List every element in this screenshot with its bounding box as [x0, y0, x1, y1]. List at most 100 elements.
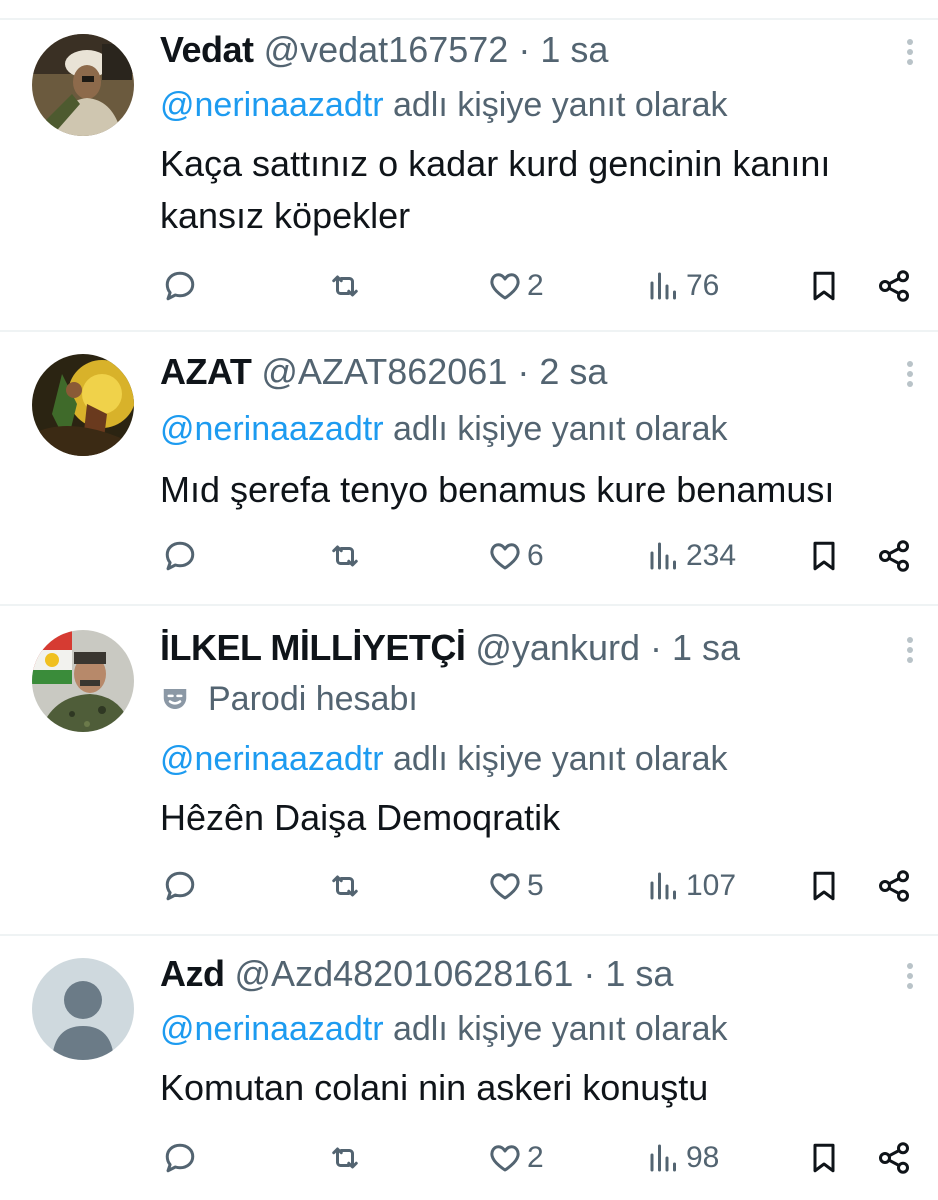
views-button[interactable]: 98 — [646, 1136, 719, 1180]
like-button[interactable]: 2 — [487, 1136, 544, 1180]
timestamp[interactable]: 1 sa — [605, 953, 673, 994]
heart-icon — [490, 1145, 520, 1172]
like-count: 2 — [527, 1141, 544, 1174]
bookmark-icon — [813, 871, 835, 901]
separator-dot: · — [650, 627, 662, 668]
tweet-header: İLKEL MİLLİYETÇİ @yankurd · 1 sa — [160, 618, 740, 678]
like-button[interactable]: 5 — [487, 864, 544, 908]
reply-button[interactable] — [162, 534, 198, 578]
display-name[interactable]: Azd — [160, 953, 225, 994]
like-button[interactable]: 6 — [487, 534, 544, 578]
user-handle[interactable]: @vedat167572 — [264, 29, 509, 70]
reply-context: @nerinaazadtr adlı kişiye yanıt olarak — [160, 1004, 727, 1054]
timestamp[interactable]: 2 sa — [539, 351, 607, 392]
tweet-4[interactable]: Azd @Azd482010628161 · 1 sa @nerinaazadt… — [0, 944, 938, 1200]
timestamp[interactable]: 1 sa — [540, 29, 608, 70]
avatar-photo — [32, 34, 134, 136]
share-icon — [879, 270, 909, 302]
repost-button[interactable] — [327, 534, 363, 578]
tweet-text: Komutan colani nin askeri konuştu — [160, 1067, 709, 1108]
avatar[interactable] — [32, 34, 134, 136]
tweet-header: Azd @Azd482010628161 · 1 sa — [160, 944, 673, 1004]
reply-context-label: adlı kişiye yanıt olarak — [392, 410, 728, 448]
views-button[interactable]: 76 — [646, 264, 719, 308]
tweet-text: Mıd şerefa tenyo benamus kure benamusı — [160, 469, 835, 510]
views-button[interactable]: 107 — [646, 864, 736, 908]
timestamp[interactable]: 1 sa — [672, 627, 740, 668]
bookmark-button[interactable] — [806, 534, 842, 578]
bookmark-icon — [813, 541, 835, 571]
parody-label: Parodi hesabı — [208, 680, 418, 718]
parody-mask-icon — [160, 678, 190, 709]
user-handle[interactable]: @AZAT862061 — [261, 351, 507, 392]
display-name[interactable]: Vedat — [160, 29, 254, 70]
tweet-header: Vedat @vedat167572 · 1 sa — [160, 20, 608, 80]
more-icon[interactable] — [898, 634, 922, 674]
reply-context: @nerinaazadtr adlı kişiye yanıt olarak — [160, 734, 727, 784]
views-icon — [650, 542, 676, 570]
share-button[interactable] — [876, 264, 912, 308]
tweet-divider — [0, 604, 938, 606]
tweet-3[interactable]: İLKEL MİLLİYETÇİ @yankurd · 1 sa Parodi … — [0, 618, 938, 936]
user-handle[interactable]: @yankurd — [475, 627, 640, 668]
repost-button[interactable] — [327, 264, 363, 308]
repost-icon — [332, 1147, 358, 1169]
avatar[interactable] — [32, 630, 134, 732]
views-icon — [650, 272, 676, 300]
view-count: 76 — [686, 269, 720, 302]
repost-icon — [332, 875, 358, 897]
like-count: 2 — [527, 269, 544, 302]
display-name[interactable]: AZAT — [160, 351, 252, 392]
separator-dot: · — [583, 953, 596, 994]
avatar-photo — [32, 354, 134, 456]
display-name[interactable]: İLKEL MİLLİYETÇİ — [160, 627, 466, 668]
reply-button[interactable] — [162, 264, 198, 308]
avatar[interactable] — [32, 958, 134, 1060]
reply-button[interactable] — [162, 864, 198, 908]
avatar[interactable] — [32, 354, 134, 456]
reply-context-label: adlı kişiye yanıt olarak — [392, 1010, 728, 1048]
mention-link[interactable]: @nerinaazadtr — [160, 86, 384, 124]
share-icon — [879, 1142, 909, 1174]
more-icon[interactable] — [898, 358, 922, 398]
reply-context-label: adlı kişiye yanıt olarak — [392, 86, 728, 124]
reply-icon — [165, 871, 195, 901]
heart-icon — [490, 543, 520, 570]
views-icon — [650, 1144, 676, 1172]
mention-link[interactable]: @nerinaazadtr — [160, 1010, 384, 1048]
reply-context: @nerinaazadtr adlı kişiye yanıt olarak — [160, 80, 727, 130]
more-icon[interactable] — [898, 36, 922, 76]
bookmark-button[interactable] — [806, 264, 842, 308]
repost-button[interactable] — [327, 1136, 363, 1180]
like-button[interactable]: 2 — [487, 264, 544, 308]
mention-link[interactable]: @nerinaazadtr — [160, 410, 384, 448]
share-button[interactable] — [876, 1136, 912, 1180]
share-icon — [879, 870, 909, 902]
repost-icon — [332, 275, 358, 297]
share-button[interactable] — [876, 864, 912, 908]
reply-icon — [165, 1143, 195, 1173]
more-icon[interactable] — [898, 960, 922, 1000]
tweet-2[interactable]: AZAT @AZAT862061 · 2 sa @nerinaazadtr ad… — [0, 342, 938, 606]
bookmark-button[interactable] — [806, 864, 842, 908]
separator-dot: · — [518, 29, 531, 70]
bookmark-button[interactable] — [806, 1136, 842, 1180]
views-icon — [650, 872, 676, 900]
tweet-divider — [0, 330, 938, 332]
reply-icon — [165, 541, 195, 571]
mention-link[interactable]: @nerinaazadtr — [160, 740, 384, 778]
heart-icon — [490, 873, 520, 900]
repost-icon — [332, 545, 358, 567]
avatar-photo — [32, 630, 134, 732]
view-count: 107 — [686, 869, 737, 902]
user-handle[interactable]: @Azd482010628161 — [235, 953, 574, 994]
repost-button[interactable] — [327, 864, 363, 908]
share-button[interactable] — [876, 534, 912, 578]
reply-button[interactable] — [162, 1136, 198, 1180]
bookmark-icon — [813, 1143, 835, 1173]
tweet-1[interactable]: Vedat @vedat167572 · 1 sa @nerinaazadtr … — [0, 20, 938, 332]
reply-icon — [165, 271, 195, 301]
tweet-text: Kaça sattınız o kadar kurd gencinin kanı… — [160, 143, 831, 236]
like-count: 6 — [527, 539, 544, 572]
views-button[interactable]: 234 — [646, 534, 736, 578]
